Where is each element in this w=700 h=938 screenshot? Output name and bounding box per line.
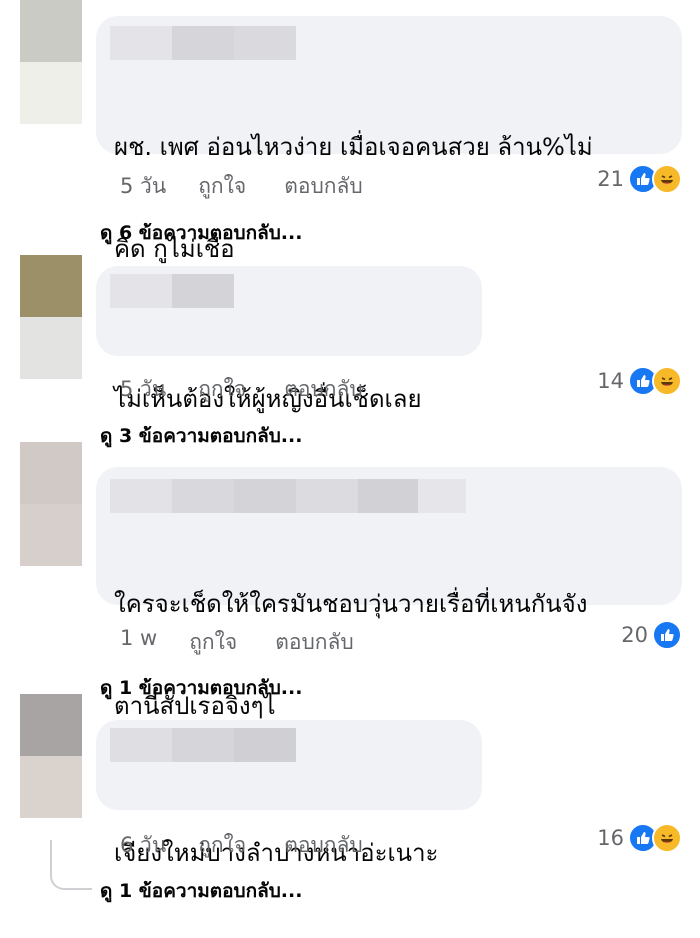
reply-link[interactable]: ตอบกลับ	[284, 829, 363, 862]
like-link[interactable]: ถูกใจ	[198, 373, 246, 406]
view-replies-link[interactable]: ดู 6 ข้อความตอบกลับ...	[100, 218, 302, 248]
haha-icon	[652, 366, 682, 396]
view-replies-link[interactable]: ดู 1 ข้อความตอบกลับ...	[100, 876, 302, 906]
reaction-count: 20	[621, 623, 648, 647]
author-name-blurred[interactable]	[110, 274, 234, 310]
reaction-summary[interactable]: 16	[597, 823, 682, 853]
timestamp[interactable]: 5 วัน	[120, 170, 166, 203]
like-link[interactable]: ถูกใจ	[198, 170, 246, 203]
reply-link[interactable]: ตอบกลับ	[275, 626, 354, 659]
comment-meta: 5 วัน ถูกใจ ตอบกลับ	[120, 170, 363, 203]
view-replies-link[interactable]: ดู 1 ข้อความตอบกลับ...	[100, 673, 302, 703]
timestamp[interactable]: 1 w	[120, 626, 157, 659]
comment-bubble: ไม่เห็นต้องให้ผู้หญิงอื่นเช็ดเลย	[96, 266, 482, 413]
like-link[interactable]: ถูกใจ	[198, 829, 246, 862]
like-link[interactable]: ถูกใจ	[189, 626, 237, 659]
reaction-count: 16	[597, 826, 624, 850]
comment-meta: 1 w ถูกใจ ตอบกลับ	[120, 626, 354, 659]
author-name-blurred[interactable]	[110, 26, 296, 60]
timestamp[interactable]: 5 วัน	[120, 373, 166, 406]
reaction-summary[interactable]: 20	[621, 620, 682, 650]
comment-bubble: เจียงใหม่บางลำปางหนาอ่ะเนาะ	[96, 720, 482, 867]
comment-meta: 6 วัน ถูกใจ ตอบกลับ	[120, 829, 363, 862]
avatar[interactable]	[20, 255, 82, 379]
reply-link[interactable]: ตอบกลับ	[284, 170, 363, 203]
view-replies-link[interactable]: ดู 3 ข้อความตอบกลับ...	[100, 421, 302, 451]
comment-bubble: ผช. เพศ อ่อนไหวง่าย เมื่อเจอคนสวย ล้าน%ไ…	[96, 16, 682, 263]
reaction-count: 14	[597, 369, 624, 393]
haha-icon	[652, 823, 682, 853]
avatar[interactable]	[20, 694, 82, 818]
reply-thread-connector	[50, 840, 92, 890]
timestamp[interactable]: 6 วัน	[120, 829, 166, 862]
reaction-summary[interactable]: 21	[597, 164, 682, 194]
comment-meta: 5 วัน ถูกใจ ตอบกลับ	[120, 373, 363, 406]
avatar[interactable]	[20, 0, 82, 124]
comment-bubble: ใครจะเช็ดให้ใครมันชอบวุ่นวายเรื่อที่เหนก…	[96, 467, 682, 720]
author-name-blurred[interactable]	[110, 479, 466, 513]
like-icon	[652, 620, 682, 650]
haha-icon	[652, 164, 682, 194]
reaction-count: 21	[597, 167, 624, 191]
reply-link[interactable]: ตอบกลับ	[284, 373, 363, 406]
author-name-blurred[interactable]	[110, 728, 296, 764]
avatar[interactable]	[20, 442, 82, 566]
reaction-summary[interactable]: 14	[597, 366, 682, 396]
